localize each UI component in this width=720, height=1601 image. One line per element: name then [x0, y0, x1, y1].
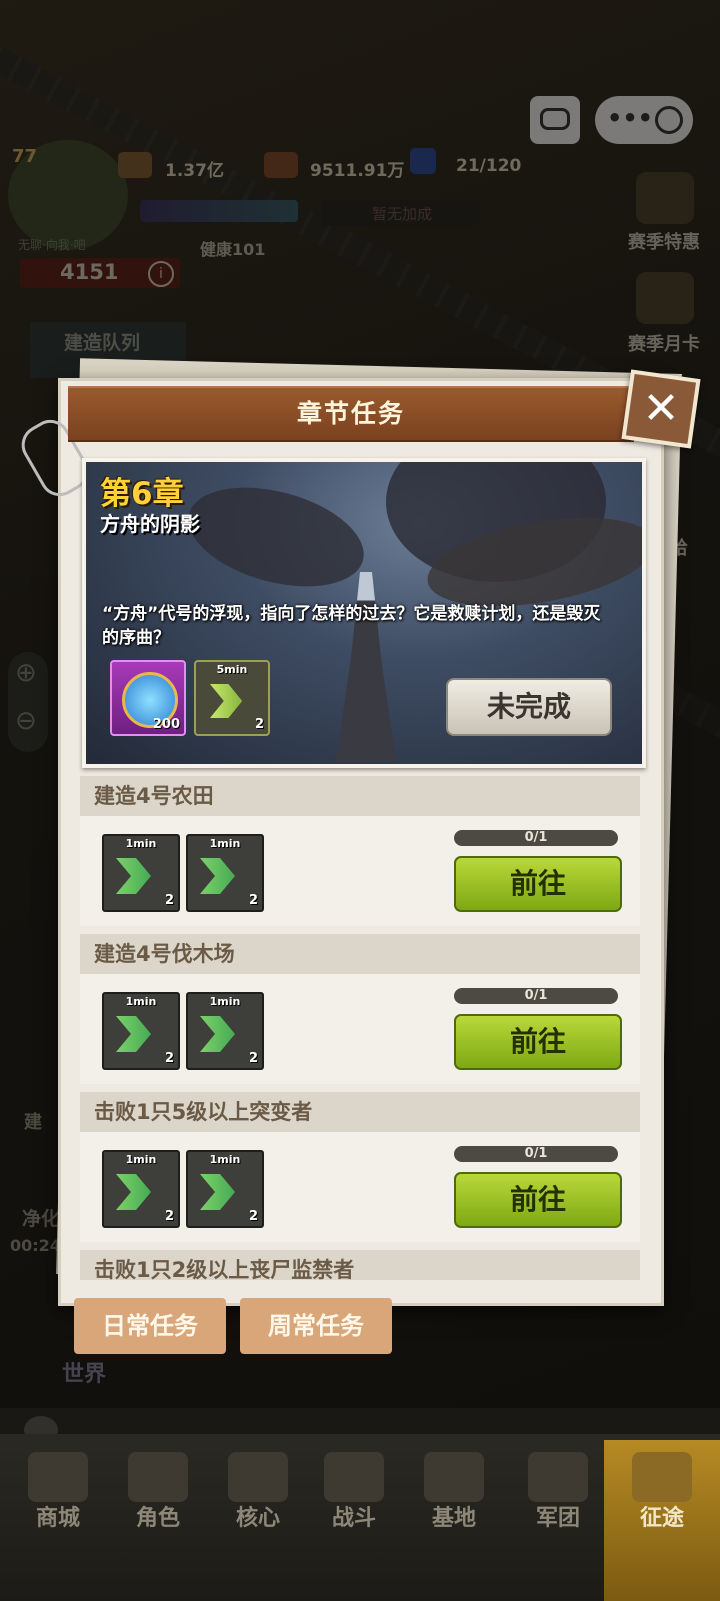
reward-duration: 1min — [125, 995, 157, 1008]
reward-research-speedup[interactable]: 1min 2 — [186, 834, 264, 912]
core-icon[interactable] — [228, 1452, 288, 1502]
character-icon[interactable] — [128, 1452, 188, 1502]
reward-count: 2 — [164, 1209, 174, 1224]
reward-count: 2 — [248, 1209, 258, 1224]
nav-legion[interactable]: 军团 — [508, 1500, 608, 1532]
reward-research-speedup[interactable]: 1min 2 — [186, 992, 264, 1070]
speedup-research-icon — [200, 1016, 235, 1052]
chapter-banner: 第6章 方舟的阴影 “方舟”代号的浮现，指向了怎样的过去？它是救赎计划，还是毁灭… — [82, 458, 646, 768]
speedup-research-icon — [200, 858, 235, 894]
speedup-icon — [210, 684, 243, 718]
modal-title: 章节任务 — [296, 399, 405, 428]
shop-icon[interactable] — [28, 1452, 88, 1502]
nav-character[interactable]: 角色 — [108, 1500, 208, 1532]
reward-count: 2 — [248, 1051, 258, 1066]
reward-research-speedup[interactable]: 1min 2 — [186, 1150, 264, 1228]
reward-count: 200 — [152, 717, 180, 732]
task-title: 击败1只2级以上丧尸监禁者 — [94, 1258, 355, 1280]
battle-icon[interactable] — [324, 1452, 384, 1502]
nav-shop[interactable]: 商城 — [8, 1500, 108, 1532]
reward-diamond[interactable]: 200 — [110, 660, 186, 736]
reward-speedup[interactable]: 5min 2 — [194, 660, 270, 736]
speedup-build-icon — [116, 858, 151, 894]
reward-duration: 1min — [209, 837, 241, 850]
speedup-build-icon — [116, 1016, 151, 1052]
reward-duration: 1min — [125, 837, 157, 850]
chapter-name: 方舟的阴影 — [100, 512, 200, 536]
reward-count: 2 — [254, 717, 264, 732]
close-button[interactable]: ✕ — [621, 369, 701, 449]
chapter-description: “方舟”代号的浮现，指向了怎样的过去？它是救赎计划，还是毁灭的序曲？ — [102, 604, 601, 648]
nav-base[interactable]: 基地 — [404, 1500, 504, 1532]
base-icon[interactable] — [424, 1452, 484, 1502]
reward-count: 2 — [248, 893, 258, 908]
reward-duration: 1min — [209, 1153, 241, 1166]
chapter-number: 第6章 — [100, 476, 184, 512]
goto-button[interactable]: 前往 — [454, 856, 622, 912]
speedup-research-icon — [200, 1174, 235, 1210]
task-header: 击败1只2级以上丧尸监禁者 — [80, 1250, 640, 1280]
task-progress: 0/1 — [454, 988, 618, 1004]
goto-button[interactable]: 前往 — [454, 1172, 622, 1228]
reward-duration: 1min — [125, 1153, 157, 1166]
ark-tower — [336, 572, 396, 762]
reward-count: 2 — [164, 1051, 174, 1066]
close-icon: ✕ — [642, 383, 680, 434]
task-row: 1min 2 1min 2 0/1 前往 — [80, 974, 640, 1084]
task-row: 1min 2 1min 2 0/1 前往 — [80, 816, 640, 926]
task-row: 1min 2 1min 2 0/1 前往 — [80, 1132, 640, 1242]
modal-title-bar: 章节任务 — [68, 386, 634, 442]
task-progress: 0/1 — [454, 830, 618, 846]
task-title: 击败1只5级以上突变者 — [94, 1100, 313, 1124]
reward-duration: 5min — [216, 663, 248, 676]
reward-duration: 1min — [209, 995, 241, 1008]
nav-battle[interactable]: 战斗 — [304, 1500, 404, 1532]
nav-journey[interactable]: 征途 — [612, 1500, 712, 1532]
speedup-build-icon — [116, 1174, 151, 1210]
giant-hand — [177, 470, 375, 604]
reward-build-speedup[interactable]: 1min 2 — [102, 1150, 180, 1228]
legion-icon[interactable] — [528, 1452, 588, 1502]
goto-button[interactable]: 前往 — [454, 1014, 622, 1070]
chapter-status-button[interactable]: 未完成 — [446, 678, 612, 736]
task-header: 击败1只5级以上突变者 — [80, 1092, 640, 1132]
tab-weekly-tasks[interactable]: 周常任务 — [240, 1298, 392, 1354]
task-title: 建造4号伐木场 — [94, 942, 235, 966]
reward-count: 2 — [164, 893, 174, 908]
tab-daily-tasks[interactable]: 日常任务 — [74, 1298, 226, 1354]
nav-core[interactable]: 核心 — [208, 1500, 308, 1532]
journey-icon[interactable] — [632, 1452, 692, 1502]
task-header: 建造4号伐木场 — [80, 934, 640, 974]
task-progress: 0/1 — [454, 1146, 618, 1162]
task-title: 建造4号农田 — [94, 784, 214, 808]
reward-build-speedup[interactable]: 1min 2 — [102, 992, 180, 1070]
reward-build-speedup[interactable]: 1min 2 — [102, 834, 180, 912]
task-header: 建造4号农田 — [80, 776, 640, 816]
